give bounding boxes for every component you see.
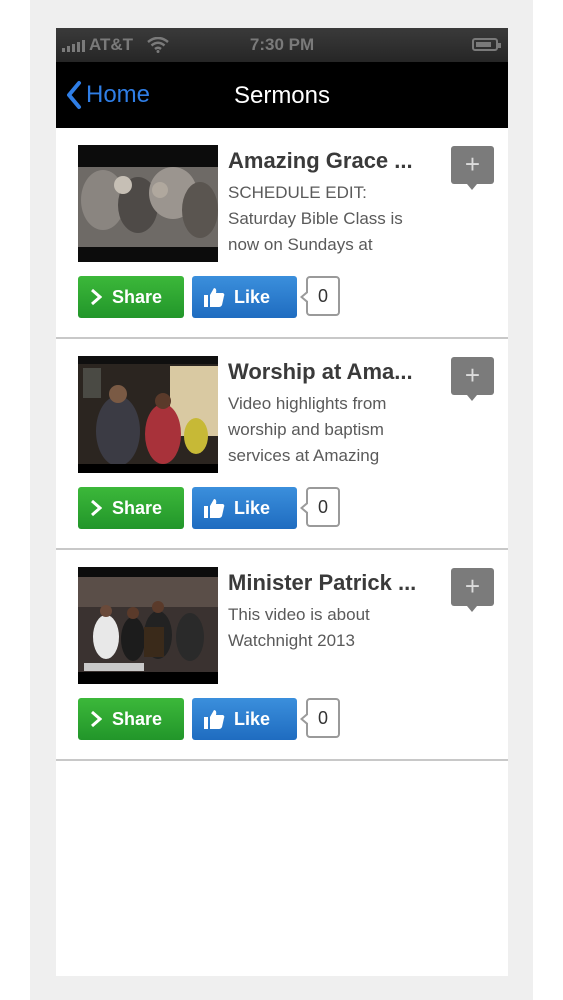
like-count: 0 [300, 276, 340, 316]
sermon-list: Amazing Grace ... SCHEDULE EDIT: Saturda… [56, 128, 508, 761]
navigation-bar: Home Sermons [56, 62, 508, 128]
share-label: Share [112, 286, 163, 307]
add-button[interactable]: + [451, 357, 494, 401]
share-arrow-icon [91, 710, 102, 728]
sermon-description: Video highlights from worship and baptis… [228, 394, 387, 465]
sermon-description: SCHEDULE EDIT: Saturday Bible Class is n… [228, 183, 403, 254]
share-arrow-icon [91, 499, 102, 517]
list-item: Worship at Ama... Video highlights from … [56, 339, 508, 550]
sermon-title[interactable]: Worship at Ama... [228, 359, 428, 385]
like-button[interactable]: Like [192, 487, 297, 529]
page-title-text: Sermons [233, 82, 331, 109]
share-label: Share [112, 708, 163, 729]
share-arrow-icon [91, 288, 102, 306]
share-label: Share [112, 497, 163, 518]
like-count: 0 [300, 698, 340, 738]
share-button[interactable]: Share [78, 276, 184, 318]
sermon-title[interactable]: Minister Patrick ... [228, 570, 428, 596]
status-bar: AT&T 7:30 PM [56, 28, 508, 62]
like-label: Like [234, 286, 271, 307]
app-screen: AT&T 7:30 PM Home Sermons Amazing Grace … [56, 28, 508, 976]
thumbs-up-icon [204, 710, 225, 729]
list-item: Amazing Grace ... SCHEDULE EDIT: Saturda… [56, 128, 508, 339]
like-button[interactable]: Like [192, 698, 297, 740]
page-title: Sermons [56, 82, 508, 110]
sermon-title[interactable]: Amazing Grace ... [228, 148, 428, 174]
add-button[interactable]: + [451, 568, 494, 612]
sermon-description: This video is about Watchnight 2013 [228, 605, 370, 650]
like-label: Like [234, 708, 271, 729]
battery-icon [472, 38, 501, 51]
add-button[interactable]: + [451, 146, 494, 190]
status-time: 7:30 PM [249, 35, 315, 54]
video-thumbnail[interactable] [78, 567, 218, 684]
share-button[interactable]: Share [78, 487, 184, 529]
like-label: Like [234, 497, 271, 518]
thumbs-up-icon [204, 288, 225, 307]
video-thumbnail[interactable] [78, 356, 218, 473]
like-button[interactable]: Like [192, 276, 297, 318]
thumbs-up-icon [204, 499, 225, 518]
list-item: Minister Patrick ... This video is about… [56, 550, 508, 761]
like-count: 0 [300, 487, 340, 527]
video-thumbnail[interactable] [78, 145, 218, 262]
share-button[interactable]: Share [78, 698, 184, 740]
